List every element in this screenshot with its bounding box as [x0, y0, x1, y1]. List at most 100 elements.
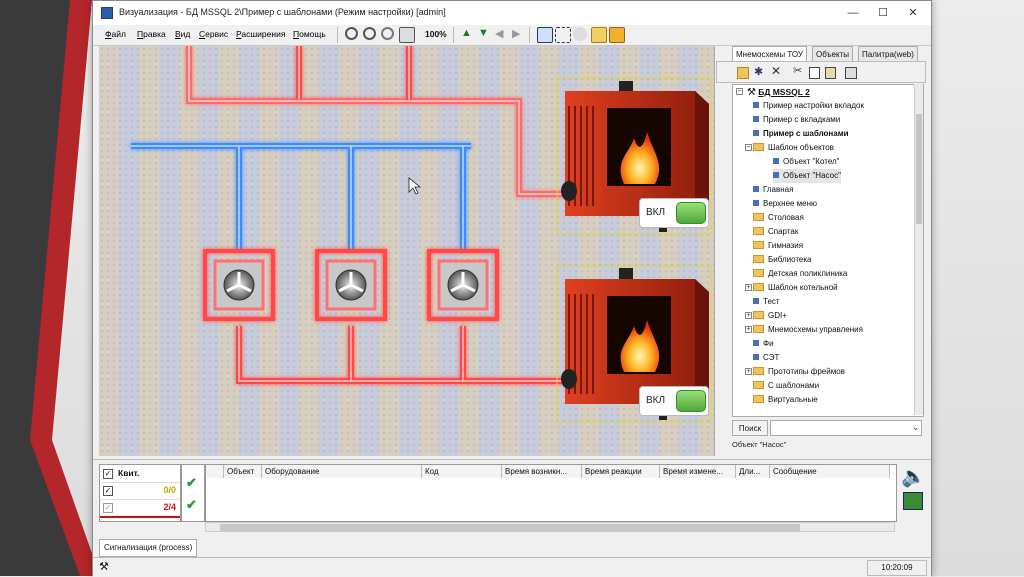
- zoom-page-icon[interactable]: [399, 27, 415, 43]
- menu-edit[interactable]: Правка: [137, 29, 166, 39]
- tab-palette-web[interactable]: Палитра(web): [858, 46, 918, 61]
- new-folder-icon[interactable]: [737, 67, 749, 79]
- tree-item[interactable]: С шаблонами: [753, 379, 819, 393]
- status-time: 10:20:09: [867, 560, 927, 576]
- tree-item-label: Шаблон объектов: [768, 143, 834, 152]
- menu-help[interactable]: Помощь: [293, 29, 326, 39]
- tree-item[interactable]: Детская поликлиника: [753, 267, 847, 281]
- arrow-left-icon[interactable]: ◀: [495, 27, 503, 40]
- boiler-1-toggle[interactable]: ВКЛ: [639, 198, 709, 228]
- tree-item[interactable]: Пример с вкладками: [753, 113, 840, 127]
- network-icon[interactable]: [903, 492, 923, 510]
- kv-row-2-value: 2/4: [163, 502, 176, 512]
- right-panel: Мнемосхемы ТОУ Объекты Палитра(web) ✱ ✕ …: [716, 46, 926, 456]
- tree-item[interactable]: Виртуальные: [753, 393, 818, 407]
- alarm-column-header[interactable]: Время реакции: [582, 465, 660, 478]
- expand-toggle-icon[interactable]: +: [745, 284, 752, 291]
- notes-icon[interactable]: [591, 27, 607, 43]
- menu-extensions[interactable]: Расширения: [236, 29, 285, 39]
- tree-item[interactable]: Гимназия: [753, 239, 803, 253]
- tree-item[interactable]: Пример с шаблонами: [753, 127, 849, 141]
- tree-item[interactable]: + Прототипы фреймов: [745, 365, 845, 379]
- sound-icon[interactable]: 🔈: [901, 464, 926, 489]
- preview-eye-icon[interactable]: [573, 27, 587, 41]
- alarm-column-header[interactable]: Оборудование: [262, 465, 422, 478]
- tree-scrollbar[interactable]: [914, 84, 923, 415]
- alarm-column-header[interactable]: Время возникн...: [502, 465, 582, 478]
- expand-toggle-icon[interactable]: +: [745, 326, 752, 333]
- copy-icon[interactable]: [809, 67, 820, 79]
- alarm-hscroll-thumb[interactable]: [220, 524, 800, 531]
- menu-service[interactable]: Сервис: [199, 29, 228, 39]
- delete-icon[interactable]: ✕: [771, 64, 781, 78]
- expand-toggle-icon[interactable]: −: [745, 144, 752, 151]
- tree-item[interactable]: Библиотека: [753, 253, 812, 267]
- tree-item[interactable]: + Мнемосхемы управления: [745, 323, 863, 337]
- alarm-column-header[interactable]: Сообщение: [770, 465, 890, 478]
- tab-mnemo-tou[interactable]: Мнемосхемы ТОУ: [732, 46, 807, 61]
- tree-item[interactable]: Фи: [753, 337, 774, 351]
- ack-buttons: ✔ ✔: [181, 464, 205, 522]
- tree-item[interactable]: Объект "Котел": [773, 155, 840, 169]
- tree-item[interactable]: + Шаблон котельной: [745, 281, 838, 295]
- boiler-2-toggle[interactable]: ВКЛ: [639, 386, 709, 416]
- menu-view[interactable]: Вид: [175, 29, 190, 39]
- kv-row-1-checkbox[interactable]: ✓: [103, 486, 113, 496]
- tree-root[interactable]: − ⚒ БД MSSQL 2: [736, 85, 810, 99]
- tree-item-label: Мнемосхемы управления: [768, 325, 863, 334]
- ack-all-icon[interactable]: ✔: [186, 497, 197, 513]
- tree-item[interactable]: + GDI+: [745, 309, 787, 323]
- paste-icon[interactable]: [825, 67, 836, 79]
- kv-header-label: Квит.: [118, 468, 140, 478]
- ack-check-icon[interactable]: ✔: [186, 475, 197, 491]
- alarm-column-header[interactable]: Время измене...: [660, 465, 736, 478]
- alarm-column-header[interactable]: Объект: [224, 465, 262, 478]
- tree-item-label: Объект "Котел": [783, 157, 840, 166]
- tree-item[interactable]: Объект "Насос": [773, 169, 841, 183]
- tree-item[interactable]: Спартак: [753, 225, 798, 239]
- frame-tool-icon[interactable]: [555, 27, 571, 43]
- tree-item[interactable]: Пример настройки вкладок: [753, 99, 864, 113]
- zoom-in-icon[interactable]: [345, 27, 358, 40]
- search-button[interactable]: Поиск: [732, 420, 768, 436]
- tab-objects[interactable]: Объекты: [812, 46, 853, 61]
- zoom-level[interactable]: 100%: [425, 29, 447, 39]
- menu-file[interactable]: Файл: [105, 29, 126, 39]
- arrow-down-icon[interactable]: ▼: [478, 27, 489, 39]
- palette-icon[interactable]: [609, 27, 625, 43]
- kv-row-2-checkbox[interactable]: ✓: [103, 503, 113, 513]
- tree-item[interactable]: СЭТ: [753, 351, 779, 365]
- mnemonic-canvas[interactable]: ВКЛ ВКЛ: [99, 46, 715, 456]
- tree-item[interactable]: Главная: [753, 183, 793, 197]
- maximize-button[interactable]: ☐: [869, 4, 897, 22]
- arrow-right-icon[interactable]: ▶: [512, 27, 520, 40]
- alarm-column-header[interactable]: Дли...: [736, 465, 770, 478]
- close-button[interactable]: ✕: [899, 4, 927, 22]
- expand-toggle-icon[interactable]: +: [745, 368, 752, 375]
- expand-toggle-icon[interactable]: +: [745, 312, 752, 319]
- gear-icon[interactable]: ✱: [754, 65, 763, 78]
- tree-item[interactable]: Верхнее меню: [753, 197, 817, 211]
- tab-signalization[interactable]: Сигнализация (process): [99, 539, 198, 557]
- tree-item[interactable]: Тест: [753, 295, 780, 309]
- tree-item[interactable]: Столовая: [753, 211, 804, 225]
- tree-item-label: Пример с вкладками: [763, 115, 841, 124]
- zoom-out-icon[interactable]: [363, 27, 376, 40]
- alarm-table[interactable]: Объект Оборудование Код Время возникн... Вре…: [205, 464, 897, 522]
- tree-scroll-thumb[interactable]: [916, 114, 922, 224]
- alarm-hscrollbar[interactable]: [205, 522, 895, 532]
- tree-item-label: Прототипы фреймов: [768, 367, 845, 376]
- search-input[interactable]: [770, 420, 922, 436]
- folder-icon: [753, 241, 764, 249]
- kv-header-checkbox[interactable]: ✓: [103, 469, 113, 479]
- properties-icon[interactable]: [845, 67, 857, 79]
- tree-view[interactable]: − ⚒ БД MSSQL 2 Пример настройки вкладок П…: [732, 84, 924, 417]
- zoom-fit-icon[interactable]: [381, 27, 394, 40]
- cut-icon[interactable]: ✂: [793, 64, 802, 77]
- alarm-column-header[interactable]: Код: [422, 465, 502, 478]
- tree-item[interactable]: − Шаблон объектов: [745, 141, 834, 155]
- minimize-button[interactable]: —: [839, 4, 867, 22]
- chevron-down-icon[interactable]: ⌄: [912, 422, 920, 433]
- select-tool-icon[interactable]: [537, 27, 553, 43]
- arrow-up-icon[interactable]: ▲: [461, 27, 472, 39]
